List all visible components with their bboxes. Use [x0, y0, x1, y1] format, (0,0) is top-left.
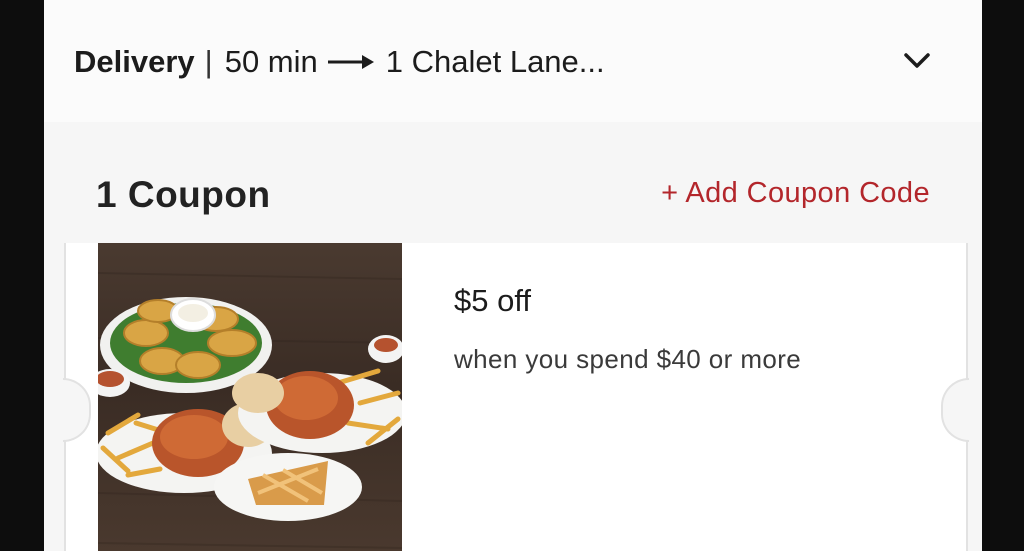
- food-photo-illustration: [90, 272, 406, 549]
- right-arrow-icon: [327, 44, 374, 80]
- delivery-time: 50 min: [224, 44, 318, 79]
- device-bezel-left: [0, 0, 44, 551]
- add-coupon-code-link[interactable]: + Add Coupon Code: [661, 177, 930, 210]
- coupon-count: 1 Coupon: [96, 174, 271, 215]
- coupon-section-header: 1 Coupon + Add Coupon Code: [44, 122, 982, 244]
- app-screen: Delivery | 50 min 1 Chalet Lane... 1 Cou…: [44, 0, 982, 551]
- coupon-description: when you spend $40 or more: [454, 344, 802, 374]
- delivery-address: 1 Chalet Lane...: [385, 44, 605, 79]
- device-bezel-right: [982, 0, 1024, 551]
- chevron-down-icon[interactable]: [902, 48, 932, 72]
- coupon-image: [90, 243, 406, 551]
- ticket-notch-left: [63, 378, 91, 442]
- delivery-summary: Delivery | 50 min 1 Chalet Lane...: [74, 40, 605, 84]
- delivery-separator: |: [204, 44, 213, 79]
- delivery-selector[interactable]: Delivery | 50 min 1 Chalet Lane...: [44, 0, 982, 122]
- ticket-notch-right: [941, 378, 969, 442]
- coupon-title: $5 off: [454, 283, 532, 318]
- coupon-card[interactable]: $5 off when you spend $40 or more: [63, 243, 969, 551]
- delivery-mode-label: Delivery: [74, 44, 195, 79]
